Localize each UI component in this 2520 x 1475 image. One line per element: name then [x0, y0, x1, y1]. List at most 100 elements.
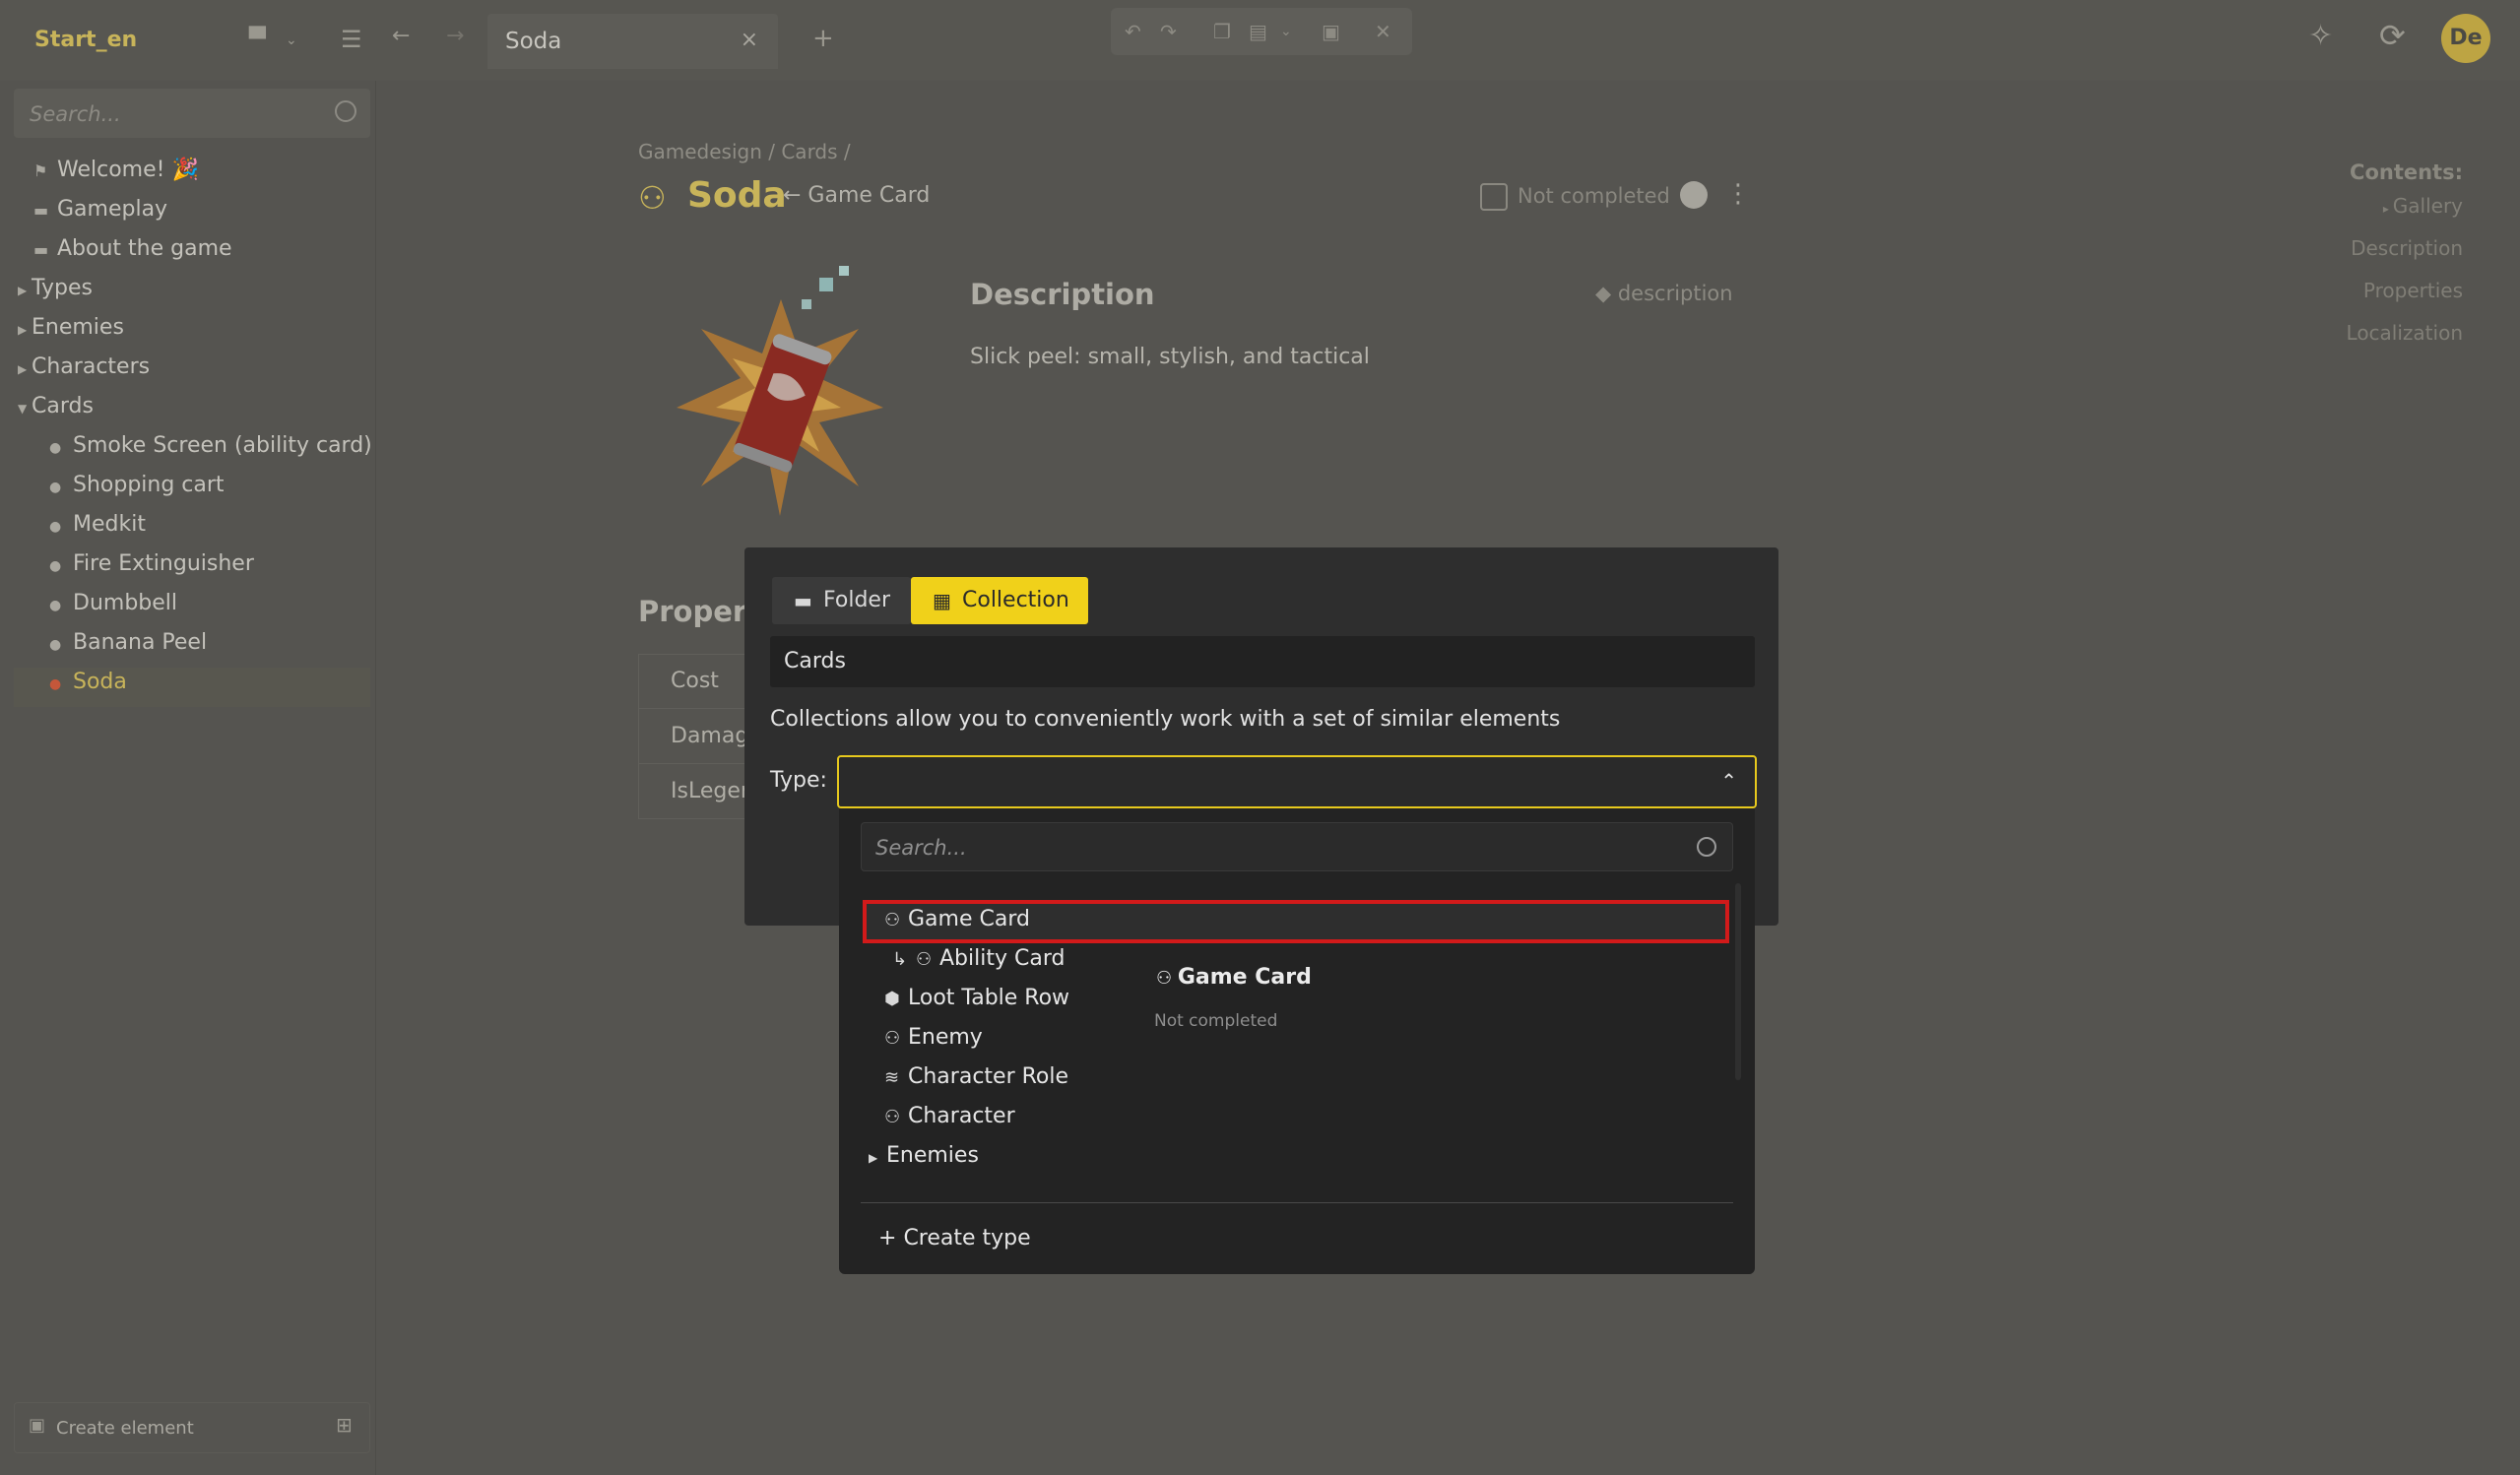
card-thumb-icon: ● [49, 519, 62, 535]
description-heading: Description [970, 278, 1155, 311]
type-icon: ⚇ [884, 1107, 901, 1127]
property-islegendary[interactable]: IsLegen [671, 779, 754, 803]
type-option-enemy[interactable]: ⚇ Enemy [884, 1025, 983, 1050]
type-option-character-role[interactable]: ≋ Character Role [884, 1064, 1068, 1089]
edit-toolbar: ↶ ↷ ❐ ▤ ⌄ ▣ ✕ [1111, 8, 1412, 55]
sidebar-item-dumbbell[interactable]: ● Dumbbell [49, 591, 177, 615]
page-title[interactable]: Soda [687, 175, 787, 216]
sidebar-search-input[interactable]: Search... [14, 89, 370, 138]
collection-option-button[interactable]: ▦ Collection [911, 577, 1088, 624]
close-icon[interactable]: × [741, 28, 758, 52]
sparkle-icon[interactable]: ✧ [2308, 22, 2333, 51]
top-bar: Start_en ▀ ⌄ ☰ ← → Soda × + ↶ ↷ ❐ ▤ ⌄ ▣ … [0, 0, 2520, 81]
contents-item-properties[interactable]: Properties [2363, 279, 2463, 302]
sidebar-item-gameplay[interactable]: ▬ Gameplay [33, 197, 167, 222]
monitor-icon[interactable]: ▀ [249, 30, 266, 51]
sidebar-item-shopping-cart[interactable]: ● Shopping cart [49, 473, 225, 497]
sidebar-item-welcome[interactable]: ⚑ Welcome! 🎉 [33, 158, 199, 182]
type-icon: ⚇ [1156, 968, 1178, 989]
property-cost[interactable]: Cost [671, 669, 719, 693]
globe-icon[interactable] [1680, 181, 1708, 209]
card-thumb-icon: ● [49, 558, 62, 574]
caret-right-icon: ▶ [18, 284, 28, 297]
cube-icon: ⬢ [884, 989, 900, 1009]
contents-item-localization[interactable]: Localization [2347, 321, 2463, 345]
project-title[interactable]: Start_en [34, 28, 137, 52]
type-option-character[interactable]: ⚇ Character [884, 1104, 1015, 1128]
contents-item-description[interactable]: Description [2351, 236, 2463, 260]
type-icon: ⚇ [916, 949, 933, 970]
flag-icon: ⚑ [33, 161, 48, 180]
divider [639, 708, 747, 709]
caret-right-icon: ▶ [869, 1151, 878, 1165]
collection-name-input[interactable]: Cards [770, 636, 1755, 687]
sidebar-item-medkit[interactable]: ● Medkit [49, 512, 146, 537]
undo-icon[interactable]: ↶ [1125, 20, 1141, 43]
sidebar-item-cards[interactable]: ▼ Cards [18, 394, 94, 418]
type-option-game-card[interactable]: ⚇ Game Card [884, 907, 1030, 931]
back-arrow-icon[interactable]: ← [392, 26, 410, 47]
caret-right-icon: ▶ [18, 362, 28, 376]
pin-icon[interactable]: ✕ [1375, 20, 1391, 43]
parent-type-link[interactable]: ← Game Card [783, 183, 930, 208]
description-text[interactable]: Slick peel: small, stylish, and tactical [970, 345, 1370, 369]
scrollbar[interactable] [1735, 883, 1741, 1080]
sidebar-item-soda[interactable]: ● Soda [49, 670, 127, 694]
save-icon[interactable]: ▣ [1322, 20, 1340, 43]
card-thumb-icon: ● [49, 598, 62, 613]
contents-title: Contents: [2350, 160, 2463, 184]
caret-right-icon: ▶ [18, 323, 28, 337]
redo-icon[interactable]: ↷ [1160, 20, 1177, 43]
type-select[interactable]: ⌃ [837, 755, 1757, 808]
type-search-input[interactable]: Search... [861, 822, 1733, 871]
avatar[interactable]: De [2441, 14, 2490, 63]
sidebar-search-placeholder: Search... [30, 102, 121, 126]
add-document-icon: ▣ [29, 1415, 46, 1436]
sidebar-item-characters[interactable]: ▶ Characters [18, 354, 150, 379]
card-thumb-icon: ● [49, 637, 62, 653]
new-tab-icon[interactable]: + [812, 26, 834, 51]
chevron-down-icon[interactable]: ⌄ [286, 33, 297, 47]
paste-icon[interactable]: ▤ [1249, 20, 1267, 43]
more-options-icon[interactable]: ⋮ [1725, 179, 1751, 209]
forward-arrow-icon[interactable]: → [446, 26, 464, 47]
sidebar-item-banana-peel[interactable]: ● Banana Peel [49, 630, 207, 655]
type-icon: ⚇ [884, 910, 901, 930]
completed-label: Not completed [1518, 184, 1670, 208]
breadcrumb[interactable]: Gamedesign / Cards / [638, 140, 851, 163]
tab-soda[interactable]: Soda × [487, 14, 778, 69]
chevron-down-icon[interactable]: ⌄ [1280, 24, 1292, 39]
sidebar-item-types[interactable]: ▶ Types [18, 276, 93, 300]
folder-icon: ▬ [794, 589, 812, 612]
sync-icon[interactable]: ⟳ [2379, 20, 2406, 51]
menu-icon[interactable]: ☰ [341, 28, 362, 51]
tag-icon: ◆ [1595, 282, 1618, 305]
sidebar-item-smoke-screen[interactable]: ● Smoke Screen (ability card) [49, 433, 372, 458]
create-element-button[interactable]: ▣ Create element ⊞ [14, 1402, 370, 1453]
plus-icon: + [878, 1226, 904, 1251]
type-icon: ⚇ [884, 1028, 901, 1049]
type-option-loot-table-row[interactable]: ⬢ Loot Table Row [884, 986, 1069, 1010]
sidebar-item-enemies[interactable]: ▶ Enemies [18, 315, 124, 340]
properties-table: Cost Damage IsLegen [638, 654, 762, 819]
description-tag: ◆ description [1595, 282, 1733, 305]
type-group-enemies[interactable]: ▶ Enemies [869, 1143, 979, 1168]
type-option-ability-card[interactable]: ↳ ⚇ Ability Card [892, 946, 1065, 971]
divider [861, 1202, 1733, 1203]
add-folder-icon[interactable]: ⊞ [336, 1415, 353, 1435]
completed-checkbox[interactable] [1480, 183, 1508, 211]
caret-down-icon: ▼ [18, 402, 28, 416]
caret-right-icon: ▸ [2382, 202, 2393, 216]
sidebar-item-about-the-game[interactable]: ▬ About the game [33, 236, 232, 261]
contents-item-gallery[interactable]: ▸ Gallery [2383, 194, 2463, 218]
type-label: Type: [770, 768, 827, 793]
search-icon [1697, 837, 1716, 857]
create-type-button[interactable]: + Create type [878, 1226, 1031, 1251]
soda-can-image[interactable] [672, 260, 890, 526]
copy-icon[interactable]: ❐ [1213, 20, 1231, 43]
card-thumb-icon: ● [49, 440, 62, 456]
sidebar-item-fire-extinguisher[interactable]: ● Fire Extinguisher [49, 551, 254, 576]
type-icon: ⚇ [638, 179, 667, 217]
card-thumb-icon: ● [49, 480, 62, 495]
folder-option-button[interactable]: ▬ Folder [772, 577, 911, 624]
